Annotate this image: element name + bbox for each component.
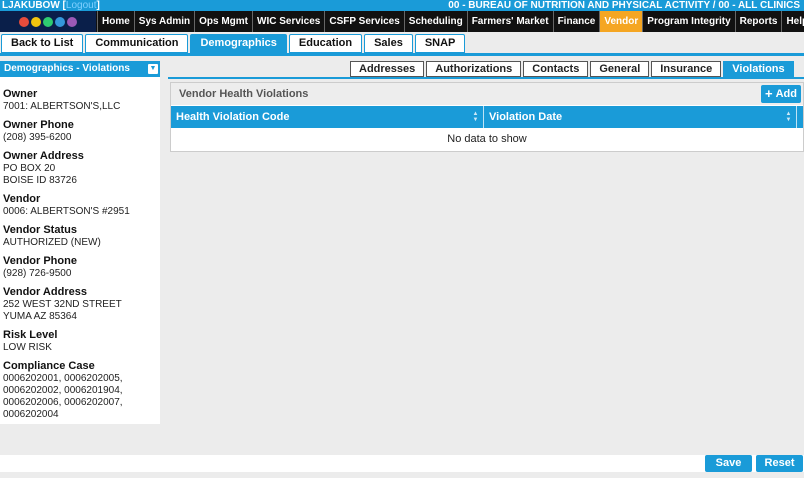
footer-bar [0, 455, 804, 472]
field-owner: Owner 7001: ALBERTSON'S,LLC [3, 88, 157, 113]
subtab-violations[interactable]: Violations [723, 61, 794, 77]
field-label: Vendor [3, 193, 41, 205]
subtab-addresses[interactable]: Addresses [350, 61, 425, 77]
sidebar-header[interactable]: Demographics - Violations ▼ [0, 61, 160, 77]
tab-sales[interactable]: Sales [364, 34, 413, 53]
nav-item-home[interactable]: Home [97, 11, 134, 32]
grid-title: Vendor Health Violations [179, 88, 309, 100]
empty-message: No data to show [447, 133, 527, 145]
field-label: Vendor Address [3, 286, 87, 298]
column-health-violation-code[interactable]: Health Violation Code ▲ ▼ [171, 106, 484, 128]
field-value: LOW RISK [3, 342, 52, 353]
field-risk-level: Risk Level LOW RISK [3, 329, 157, 354]
save-button[interactable]: Save [705, 455, 752, 472]
sort-icon: ▲ ▼ [785, 111, 792, 123]
sidebar-fields: Owner 7001: ALBERTSON'S,LLC Owner Phone (20… [0, 77, 160, 421]
tab-demographics[interactable]: Demographics [190, 34, 287, 53]
field-value: (208) 395-6200 [3, 132, 72, 143]
field-label: Compliance Case [3, 360, 95, 372]
field-label: Vendor Phone [3, 255, 77, 267]
plus-icon: + [765, 86, 773, 101]
nav-item-vendor[interactable]: Vendor [599, 11, 643, 32]
chevron-down-icon[interactable]: ▼ [148, 64, 158, 74]
nav-item-reports[interactable]: Reports [734, 11, 782, 32]
field-value: 7001: ALBERTSON'S,LLC [3, 101, 121, 112]
field-value: 0006: ALBERTSON'S #2951 [3, 206, 130, 217]
logo-dots [19, 16, 77, 27]
primary-tabs: Back to List Communication Demographics Edu… [0, 34, 466, 53]
field-vendor-address: Vendor Address 252 WEST 32ND STREET YUMA … [3, 286, 157, 323]
username: LJAKUBOW [ [2, 0, 66, 11]
field-owner-address: Owner Address PO BOX 20 BOISE ID 83726 [3, 150, 157, 187]
field-owner-phone: Owner Phone (208) 395-6200 [3, 119, 157, 144]
subtab-insurance[interactable]: Insurance [651, 61, 722, 77]
grid-header: Health Violation Code ▲ ▼ Violation Date … [171, 106, 803, 128]
nav-items: Home Sys Admin Ops Mgmt WIC Services CSFP Se… [97, 11, 804, 32]
reset-button[interactable]: Reset [756, 455, 803, 472]
add-button-label: Add [775, 88, 797, 100]
subtab-general[interactable]: General [590, 61, 650, 77]
logout-link[interactable]: Logout [66, 0, 97, 11]
add-button[interactable]: + Add [761, 85, 801, 103]
secondary-tab-underline [168, 77, 804, 79]
field-label: Owner Phone [3, 119, 74, 131]
user-info: LJAKUBOW [Logout] [2, 0, 100, 11]
nav-item-ops-mgmt[interactable]: Ops Mgmt [194, 11, 252, 32]
sidebar-title: Demographics - Violations [4, 63, 130, 74]
field-value: 0006202001, 0006202005, 0006202002, 0006… [3, 373, 123, 420]
field-label: Risk Level [3, 329, 58, 341]
secondary-tabs: Addresses Authorizations Contacts General In… [350, 61, 794, 77]
nav-item-csfp-services[interactable]: CSFP Services [324, 11, 403, 32]
field-vendor-status: Vendor Status AUTHORIZED (NEW) [3, 224, 157, 249]
top-status-bar: LJAKUBOW [Logout] 00 - BUREAU OF NUTRITI… [0, 0, 804, 11]
sort-icon: ▲ ▼ [472, 111, 479, 123]
grid-title-bar: Vendor Health Violations + Add [171, 83, 803, 105]
column-violation-date[interactable]: Violation Date ▲ ▼ [484, 106, 797, 128]
field-value: AUTHORIZED (NEW) [3, 237, 101, 248]
field-label: Vendor Status [3, 224, 77, 236]
tab-back-to-list[interactable]: Back to List [1, 34, 84, 53]
column-label: Health Violation Code [176, 111, 290, 123]
tab-communication[interactable]: Communication [85, 34, 189, 53]
app-logo[interactable] [0, 11, 96, 32]
demographics-sidebar: Demographics - Violations ▼ Owner 7001: A… [0, 61, 160, 424]
field-label: Owner Address [3, 150, 84, 162]
tab-education[interactable]: Education [288, 34, 363, 53]
nav-item-help[interactable]: Help [781, 11, 804, 32]
field-compliance-case: Compliance Case 0006202001, 0006202005, 0… [3, 360, 157, 421]
user-bracket: ] [96, 0, 100, 11]
column-label: Violation Date [489, 111, 563, 123]
clinic-label: 00 - BUREAU OF NUTRITION AND PHYSICAL AC… [448, 0, 800, 11]
subtab-contacts[interactable]: Contacts [523, 61, 589, 77]
field-value: 252 WEST 32ND STREET YUMA AZ 85364 [3, 299, 122, 322]
subtab-authorizations[interactable]: Authorizations [426, 61, 522, 77]
nav-item-wic-services[interactable]: WIC Services [252, 11, 324, 32]
nav-item-farmers-market[interactable]: Farmers' Market [466, 11, 553, 32]
field-label: Owner [3, 88, 38, 100]
field-value: (928) 726-9500 [3, 268, 72, 279]
nav-item-scheduling[interactable]: Scheduling [403, 11, 467, 32]
violations-grid: Vendor Health Violations + Add Health Vi… [170, 82, 804, 152]
nav-item-sys-admin[interactable]: Sys Admin [133, 11, 194, 32]
nav-item-finance[interactable]: Finance [552, 11, 600, 32]
primary-tab-underline [0, 53, 804, 56]
field-vendor: Vendor 0006: ALBERTSON'S #2951 [3, 193, 157, 218]
field-value: PO BOX 20 BOISE ID 83726 [3, 163, 77, 186]
main-nav: Home Sys Admin Ops Mgmt WIC Services CSFP Se… [0, 11, 804, 32]
tab-snap[interactable]: SNAP [414, 34, 466, 53]
field-vendor-phone: Vendor Phone (928) 726-9500 [3, 255, 157, 280]
nav-item-program-integrity[interactable]: Program Integrity [642, 11, 734, 32]
